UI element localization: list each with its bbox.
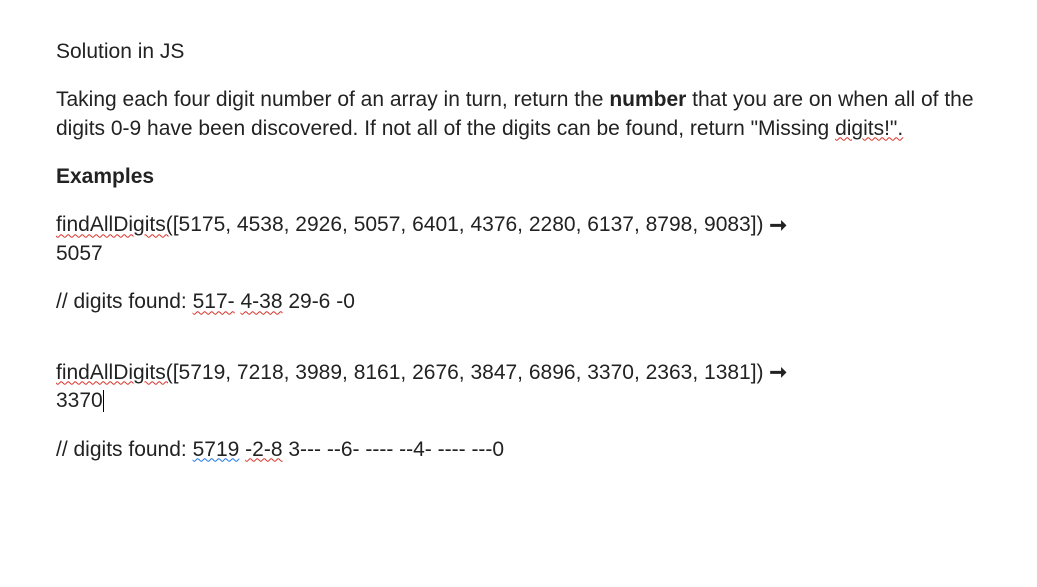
intro-error-word: digits!". — [835, 117, 903, 140]
example1-fn: findAllDigits( — [56, 213, 173, 236]
example2-d1: 5719 — [193, 438, 240, 461]
example1-d4: 29-6 -0 — [283, 290, 355, 313]
example2-call: findAllDigits([5719, 7218, 3989, 8161, 2… — [56, 359, 981, 416]
arrow-icon: ➞ — [769, 212, 787, 240]
intro-paragraph: Taking each four digit number of an arra… — [56, 86, 981, 143]
example1-call: findAllDigits([5175, 4538, 2926, 5057, 6… — [56, 211, 981, 268]
example1-comment-pre: // digits found: — [56, 290, 193, 313]
intro-bold: number — [609, 88, 686, 111]
example2-comment-pre: // digits found: — [56, 438, 193, 461]
examples-heading: Examples — [56, 163, 981, 191]
example1-args: [5175, 4538, 2926, 5057, 6401, 4376, 228… — [173, 213, 770, 236]
title-line: Solution in JS — [56, 38, 981, 66]
intro-pre: Taking each four digit number of an arra… — [56, 88, 609, 111]
example2-d3: -2-8 — [245, 438, 282, 461]
example2-result: 3370 — [56, 389, 104, 412]
example1-comment: // digits found: 517- 4-38 29-6 -0 — [56, 288, 981, 316]
example1-result: 5057 — [56, 242, 103, 265]
arrow-icon: ➞ — [769, 359, 787, 387]
examples-heading-text: Examples — [56, 165, 154, 188]
example2-fn: findAllDigits( — [56, 361, 173, 384]
example1-d1: 517- — [193, 290, 235, 313]
title-text: Solution in JS — [56, 40, 184, 63]
example2-args: [5719, 7218, 3989, 8161, 2676, 3847, 689… — [173, 361, 770, 384]
example2-comment: // digits found: 5719 -2-8 3--- --6- ---… — [56, 436, 981, 464]
example1-d3: 4-38 — [240, 290, 282, 313]
example2-d4: 3--- --6- ---- --4- ---- ---0 — [283, 438, 505, 461]
section-gap — [56, 337, 981, 359]
